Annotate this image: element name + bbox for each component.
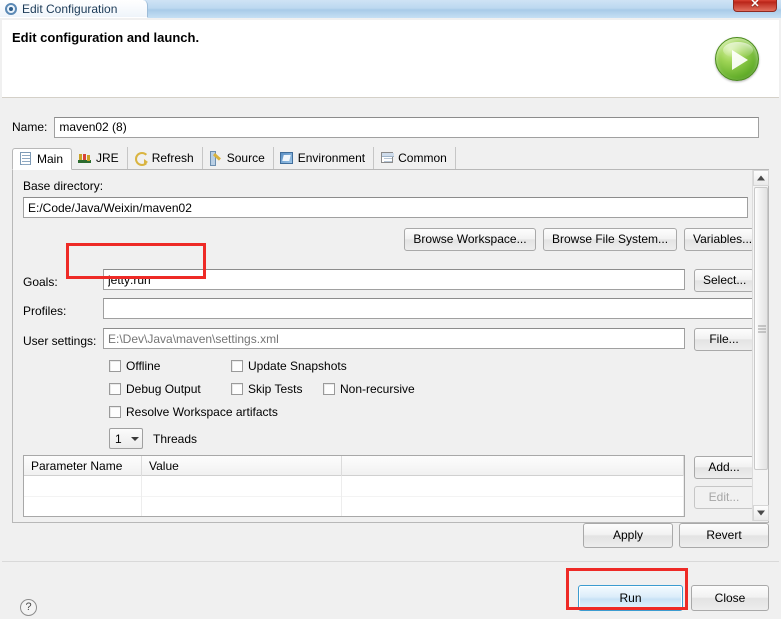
update-snapshots-checkbox[interactable]: Update Snapshots xyxy=(231,359,347,373)
tab-source-label: Source xyxy=(226,151,265,165)
table-cell xyxy=(142,497,342,516)
tab-main-label: Main xyxy=(37,152,64,166)
close-icon: ✕ xyxy=(750,0,760,10)
edit-configuration-dialog: Edit configuration and launch. Name: Mai… xyxy=(0,18,781,619)
update-snapshots-label: Update Snapshots xyxy=(248,359,347,373)
profiles-input[interactable] xyxy=(103,298,754,319)
tab-refresh[interactable]: Refresh xyxy=(128,147,203,169)
table-row[interactable] xyxy=(24,497,684,516)
name-label: Name: xyxy=(12,120,48,134)
column-header-spacer xyxy=(342,456,684,476)
checkbox-box xyxy=(231,383,243,395)
variables-button[interactable]: Variables... xyxy=(684,228,754,251)
table-cell xyxy=(142,476,342,497)
user-settings-file-button[interactable]: File... xyxy=(694,328,754,351)
source-folder-icon xyxy=(209,151,223,166)
configuration-tabs: Main JRE Refresh Source Environment Comm… xyxy=(12,147,769,170)
user-settings-input[interactable] xyxy=(103,328,685,349)
main-tab-panel: Base directory: Browse Workspace... Brow… xyxy=(12,170,769,523)
resolve-workspace-artifacts-label: Resolve Workspace artifacts xyxy=(126,405,278,419)
document-icon xyxy=(19,152,33,166)
table-header-row: Parameter Name Value xyxy=(24,456,684,476)
chevron-down-icon xyxy=(131,436,139,441)
skip-tests-checkbox[interactable]: Skip Tests xyxy=(231,382,302,396)
table-row[interactable] xyxy=(24,476,684,497)
dialog-header-title: Edit configuration and launch. xyxy=(12,30,200,45)
column-header-value: Value xyxy=(142,456,342,476)
offline-checkbox[interactable]: Offline xyxy=(109,359,160,373)
window-close-button[interactable]: ✕ xyxy=(733,0,777,12)
books-icon xyxy=(78,151,92,165)
goals-select-button[interactable]: Select... xyxy=(694,269,754,292)
table-cell xyxy=(24,497,142,516)
goals-label: Goals: xyxy=(23,275,58,289)
column-header-parameter-name: Parameter Name xyxy=(24,456,142,476)
dialog-header: Edit configuration and launch. xyxy=(2,20,779,98)
apply-button[interactable]: Apply xyxy=(583,523,673,548)
debug-output-label: Debug Output xyxy=(126,382,201,396)
tab-jre[interactable]: JRE xyxy=(72,147,128,169)
offline-label: Offline xyxy=(126,359,161,373)
window-title-bar: Edit Configuration ✕ xyxy=(0,0,781,18)
checkbox-box xyxy=(323,383,335,395)
checkbox-box xyxy=(109,360,121,372)
non-recursive-checkbox[interactable]: Non-recursive xyxy=(323,382,415,396)
tab-refresh-label: Refresh xyxy=(151,151,194,165)
refresh-icon xyxy=(134,151,149,166)
threads-value: 1 xyxy=(115,431,122,446)
profiles-label: Profiles: xyxy=(23,304,67,318)
edit-parameter-button: Edit... xyxy=(694,486,754,509)
tab-environment-label: Environment xyxy=(297,151,366,165)
goals-input[interactable] xyxy=(103,269,685,290)
name-input[interactable] xyxy=(54,116,760,138)
tab-jre-label: JRE xyxy=(96,151,119,165)
base-directory-label: Base directory: xyxy=(23,179,104,193)
window-title: Edit Configuration xyxy=(22,1,118,16)
environment-icon xyxy=(279,151,294,165)
debug-output-checkbox[interactable]: Debug Output xyxy=(109,382,201,396)
footer-divider xyxy=(2,561,779,562)
parameters-table[interactable]: Parameter Name Value xyxy=(23,455,685,517)
close-button[interactable]: Close xyxy=(691,585,769,611)
checkbox-box xyxy=(109,406,121,418)
panel-vertical-scrollbar[interactable] xyxy=(752,170,769,521)
tab-environment[interactable]: Environment xyxy=(274,147,375,169)
resolve-workspace-artifacts-checkbox[interactable]: Resolve Workspace artifacts xyxy=(109,405,278,419)
scrollbar-thumb[interactable] xyxy=(754,187,768,470)
tab-source[interactable]: Source xyxy=(203,147,274,169)
threads-select[interactable]: 1 xyxy=(109,428,143,449)
add-parameter-button[interactable]: Add... xyxy=(694,456,754,479)
common-window-icon xyxy=(380,151,395,165)
browse-file-system-button[interactable]: Browse File System... xyxy=(543,228,677,251)
tab-common[interactable]: Common xyxy=(374,147,456,169)
checkbox-box xyxy=(231,360,243,372)
table-cell xyxy=(24,476,142,497)
configuration-name-row: Name: xyxy=(12,115,769,139)
window-title-tab: Edit Configuration xyxy=(0,0,148,18)
help-icon[interactable]: ? xyxy=(20,599,37,616)
non-recursive-label: Non-recursive xyxy=(340,382,415,396)
scroll-down-arrow-icon[interactable] xyxy=(753,505,769,521)
table-cell xyxy=(342,497,684,516)
table-cell xyxy=(342,476,684,497)
run-button[interactable]: Run xyxy=(578,585,683,611)
tab-common-label: Common xyxy=(398,151,447,165)
revert-button[interactable]: Revert xyxy=(679,523,769,548)
checkbox-box xyxy=(109,383,121,395)
skip-tests-label: Skip Tests xyxy=(248,382,303,396)
green-run-play-icon xyxy=(715,37,759,81)
threads-label: Threads xyxy=(153,432,198,446)
user-settings-label: User settings: xyxy=(23,334,97,348)
browse-workspace-button[interactable]: Browse Workspace... xyxy=(404,228,536,251)
gear-icon xyxy=(5,2,17,15)
base-directory-input[interactable] xyxy=(23,197,748,218)
tab-main[interactable]: Main xyxy=(12,148,73,170)
scroll-up-arrow-icon[interactable] xyxy=(753,170,769,186)
